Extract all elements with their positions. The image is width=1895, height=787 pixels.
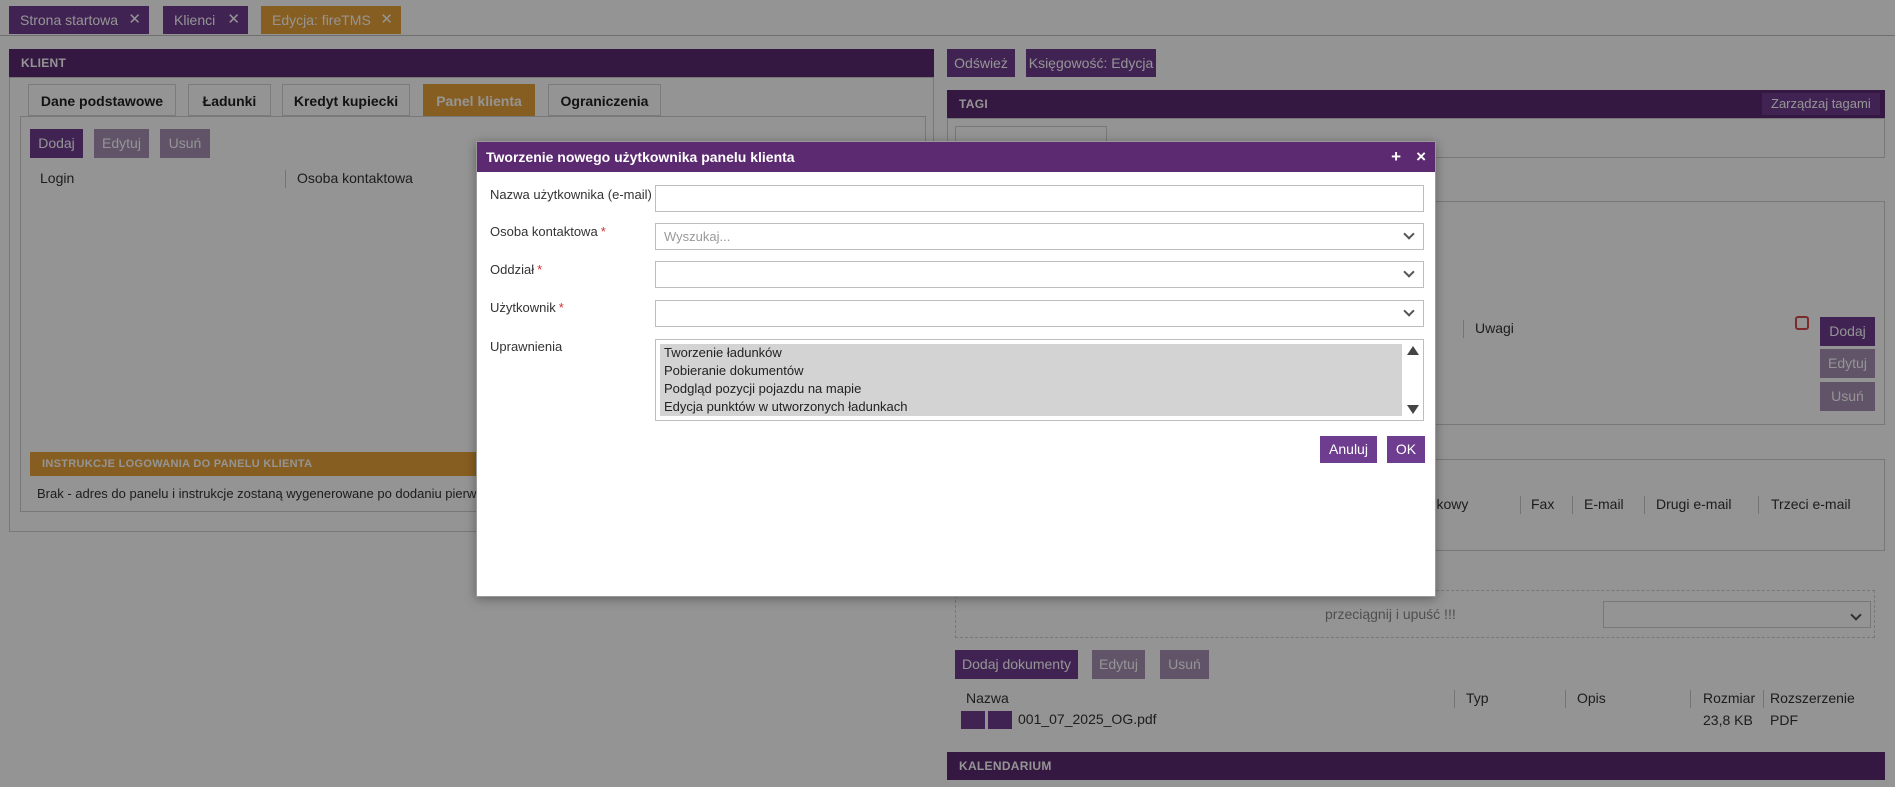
user-label: Użytkownik * — [490, 300, 564, 315]
dialog-title: Tworzenie nowego użytkownika panelu klie… — [486, 149, 795, 165]
username-label: Nazwa użytkownika (e-mail)* — [490, 187, 660, 202]
permission-item[interactable]: Pobieranie dokumentów — [660, 362, 1402, 380]
permissions-label: Uprawnienia — [490, 339, 563, 354]
branch-label: Oddział * — [490, 262, 543, 277]
chevron-down-icon — [1403, 305, 1415, 317]
permissions-listbox[interactable]: Tworzenie ładunków Pobieranie dokumentów… — [655, 339, 1424, 421]
permission-item[interactable]: Edycja punktów w utworzonych ładunkach — [660, 398, 1402, 416]
contact-person-placeholder: Wyszukaj... — [664, 229, 731, 244]
permission-item[interactable]: Podgląd pozycji pojazdu na mapie — [660, 380, 1402, 398]
scroll-up-icon[interactable] — [1407, 346, 1419, 355]
username-email-input[interactable] — [655, 185, 1424, 212]
maximize-icon[interactable]: + — [1391, 142, 1401, 172]
contact-person-label: Osoba kontaktowa * — [490, 224, 606, 239]
close-icon[interactable]: × — [1416, 142, 1426, 172]
permission-item[interactable]: Tworzenie ładunków — [660, 344, 1402, 362]
branch-select[interactable] — [655, 261, 1424, 288]
ok-button[interactable]: OK — [1387, 436, 1425, 463]
permissions-list: Tworzenie ładunków Pobieranie dokumentów… — [660, 344, 1402, 416]
scroll-down-icon[interactable] — [1407, 405, 1419, 414]
chevron-down-icon — [1403, 266, 1415, 278]
contact-person-select[interactable]: Wyszukaj... — [655, 223, 1424, 250]
chevron-down-icon — [1403, 228, 1415, 240]
dialog-header: Tworzenie nowego użytkownika panelu klie… — [477, 142, 1435, 172]
cancel-button[interactable]: Anuluj — [1320, 436, 1377, 463]
new-client-panel-user-dialog: Tworzenie nowego użytkownika panelu klie… — [476, 141, 1436, 597]
user-select[interactable] — [655, 300, 1424, 327]
